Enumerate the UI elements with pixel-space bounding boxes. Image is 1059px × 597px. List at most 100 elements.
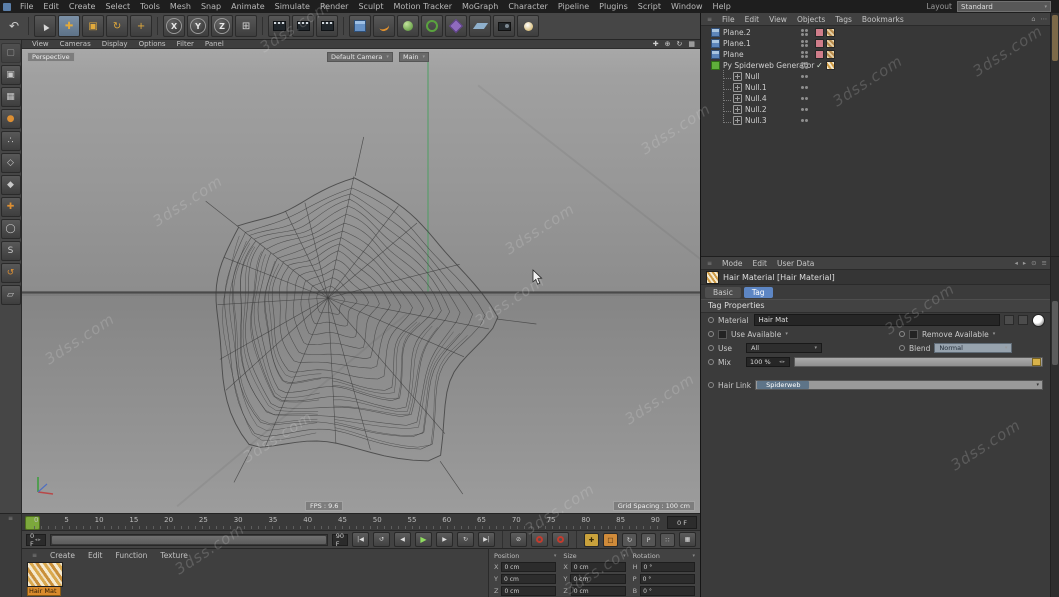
anim-dot-icon[interactable] [708, 345, 714, 351]
hair-collider-tag-icon[interactable] [815, 28, 824, 37]
size-header[interactable]: Size ▾ [563, 552, 625, 560]
render-view-button[interactable] [268, 15, 290, 37]
edges-mode-button[interactable]: ◇ [1, 153, 21, 173]
record-keyframe-button[interactable]: ⊘ [510, 532, 527, 547]
home-icon[interactable]: ⌂ [1031, 15, 1035, 23]
size-z-field[interactable]: 0 cm [571, 586, 626, 596]
tab-basic[interactable]: Basic [705, 287, 741, 298]
browse-link-button[interactable] [1018, 315, 1028, 325]
material-tag-icon[interactable] [826, 50, 835, 59]
polygons-mode-button[interactable]: ◆ [1, 175, 21, 195]
am-menu-edit[interactable]: Edit [752, 259, 767, 268]
record-position-toggle[interactable]: ✚ [584, 533, 599, 547]
scrollbar-thumb[interactable] [1052, 301, 1058, 365]
mix-slider[interactable] [794, 357, 1043, 367]
object-row-plane[interactable]: Plane [703, 49, 1047, 60]
timeline-range-slider[interactable] [50, 534, 328, 546]
mix-value-field[interactable]: 100 % ◂▸ [746, 357, 790, 367]
rotate-view-icon[interactable]: ↻ [677, 40, 683, 48]
menu-simulate[interactable]: Simulate [270, 2, 315, 11]
position-x-field[interactable]: 0 cm [501, 562, 556, 572]
object-row-spiderweb-generator[interactable]: Py Spiderweb Generator ✓ [703, 60, 1047, 71]
goto-start-button[interactable]: |◀ [352, 532, 369, 547]
make-editable-button[interactable]: ▢ [1, 43, 21, 63]
goto-end-button[interactable]: ▶| [478, 532, 495, 547]
visibility-toggles[interactable] [801, 97, 808, 100]
history-back-icon[interactable]: ◂ [1015, 259, 1018, 267]
hair-material-thumbnail[interactable] [27, 562, 63, 587]
panel-handle-icon[interactable]: ≡ [8, 515, 13, 522]
move-tool-button[interactable]: ✚ [58, 15, 80, 37]
attribute-manager-scrollbar[interactable] [1050, 257, 1059, 597]
menu-snap[interactable]: Snap [196, 2, 226, 11]
menu-sculpt[interactable]: Sculpt [353, 2, 388, 11]
panel-handle-icon[interactable]: ≡ [707, 260, 712, 267]
menu-window[interactable]: Window [666, 2, 708, 11]
menu-motion-tracker[interactable]: Motion Tracker [388, 2, 457, 11]
hair-link-token[interactable]: Spiderweb [757, 381, 809, 389]
model-mode-button[interactable]: ▣ [1, 65, 21, 85]
viewport-menu-cameras[interactable]: Cameras [60, 40, 91, 48]
next-key-button[interactable]: ↻ [457, 532, 474, 547]
object-row-null[interactable]: Null [703, 71, 1047, 82]
range-end-field[interactable]: 90 F [332, 534, 348, 546]
menu-create[interactable]: Create [64, 2, 101, 11]
anim-dot-icon[interactable] [708, 382, 714, 388]
anim-dot-icon[interactable] [899, 345, 905, 351]
viewport-menu-options[interactable]: Options [139, 40, 166, 48]
lock-z-axis-button[interactable]: Z [211, 15, 233, 37]
keyframe-grid-button[interactable]: ▦ [679, 532, 696, 547]
layout-select[interactable]: Standard ▾ [957, 1, 1051, 12]
add-light-button[interactable] [517, 15, 539, 37]
anim-dot-icon[interactable] [708, 331, 714, 337]
material-tag-icon[interactable] [826, 39, 835, 48]
visibility-toggles[interactable] [801, 51, 808, 58]
visibility-toggles[interactable] [801, 108, 808, 111]
last-tool-button[interactable]: + [130, 15, 152, 37]
lock-icon[interactable]: ⊙ [1031, 259, 1036, 267]
position-y-field[interactable]: 0 cm [501, 574, 556, 584]
coordinate-system-button[interactable]: ⊞ [235, 15, 257, 37]
menu-tools[interactable]: Tools [135, 2, 165, 11]
object-row-plane1[interactable]: Plane.1 [703, 38, 1047, 49]
rotation-header[interactable]: Rotation ▾ [633, 552, 695, 560]
menu-file[interactable]: File [15, 2, 38, 11]
undo-button[interactable]: ↶ [5, 19, 23, 33]
viewport-menu-display[interactable]: Display [102, 40, 128, 48]
hair-link-field[interactable]: Spiderweb ▾ [755, 380, 1043, 390]
play-button[interactable]: ▶ [415, 532, 432, 547]
om-menu-tags[interactable]: Tags [835, 15, 852, 24]
viewport-solo-button[interactable]: ◯ [1, 219, 21, 239]
add-deformer-button[interactable] [445, 15, 467, 37]
add-floor-button[interactable] [469, 15, 491, 37]
material-menu-edit[interactable]: Edit [88, 551, 103, 560]
snap-settings-button[interactable]: S [1, 241, 21, 261]
record-scale-toggle[interactable]: □ [603, 533, 618, 547]
texture-mode-button[interactable]: ▦ [1, 87, 21, 107]
hair-collider-tag-icon[interactable] [815, 39, 824, 48]
workplane-mode-button[interactable]: ● [1, 109, 21, 129]
visibility-toggles[interactable] [801, 40, 808, 47]
add-modifier-button[interactable] [421, 15, 443, 37]
menu-animate[interactable]: Animate [226, 2, 270, 11]
record-rotation-toggle[interactable]: ↻ [622, 533, 637, 547]
om-menu-view[interactable]: View [769, 15, 787, 24]
hair-material-tag-icon[interactable] [826, 61, 835, 70]
material-link-field[interactable]: Hair Mat [754, 314, 1000, 326]
chevron-down-icon[interactable]: ▾ [993, 331, 996, 337]
menu-mograph[interactable]: MoGraph [457, 2, 503, 11]
material-menu-texture[interactable]: Texture [160, 551, 187, 560]
panel-menu-icon[interactable]: ≡ [1042, 259, 1047, 267]
stepper-arrows-icon[interactable]: ◂▸ [35, 537, 42, 543]
position-z-field[interactable]: 0 cm [501, 586, 556, 596]
menu-plugins[interactable]: Plugins [594, 2, 633, 11]
visibility-toggles[interactable] [801, 75, 808, 78]
workplane-toggle-button[interactable]: ▱ [1, 285, 21, 305]
material-menu-create[interactable]: Create [50, 551, 75, 560]
lock-x-axis-button[interactable]: X [163, 15, 185, 37]
object-row-null4[interactable]: Null.4 [703, 93, 1047, 104]
add-generator-button[interactable] [397, 15, 419, 37]
menu-edit[interactable]: Edit [38, 2, 64, 11]
panel-handle-icon[interactable]: ≡ [707, 16, 712, 23]
history-forward-icon[interactable]: ▸ [1023, 259, 1026, 267]
